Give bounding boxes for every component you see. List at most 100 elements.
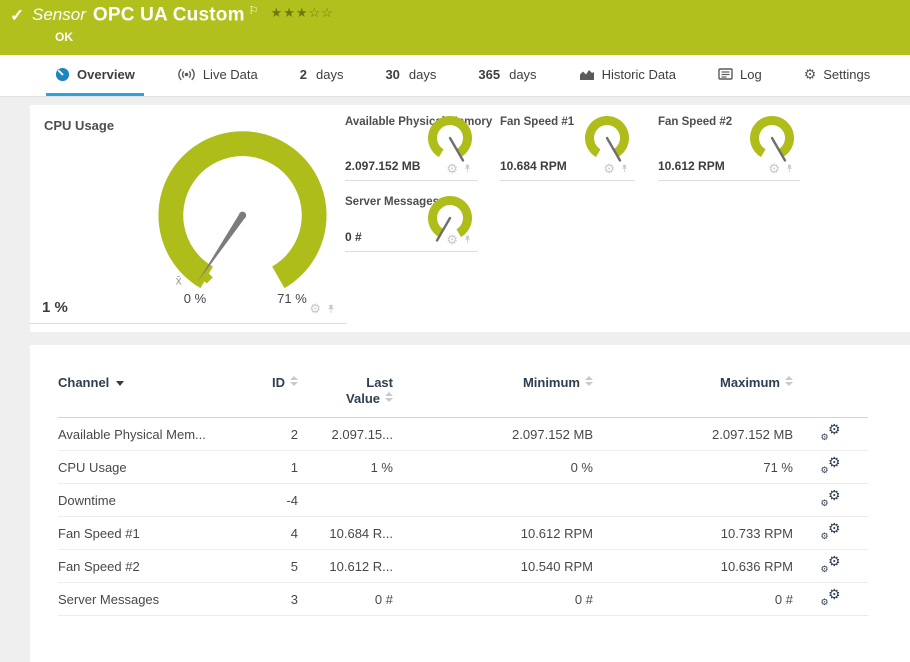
gauge-title: CPU Usage <box>44 118 115 133</box>
cell-minimum: 10.612 RPM <box>393 516 593 550</box>
pin-icon[interactable] <box>620 163 629 174</box>
gauge-value: 1 % <box>42 299 68 316</box>
sort-icon <box>585 376 593 386</box>
channel-settings-icon[interactable]: ⚙ ⚙ <box>821 455 841 475</box>
column-label: Last <box>366 375 393 390</box>
cell-maximum: 2.097.152 MB <box>593 417 793 451</box>
channel-settings-icon[interactable]: ⚙ ⚙ <box>821 488 841 508</box>
gauge-value: 2.097.152 MB <box>345 159 421 173</box>
tab-overview[interactable]: Overview <box>46 55 144 96</box>
object-kind-label: Sensor <box>32 5 86 25</box>
tab-label: Historic Data <box>601 66 676 82</box>
cell-channel: Available Physical Mem... <box>58 417 243 451</box>
gauges-panel: CPU Usage x̄ 0 % 71 % 1 % ⚙ Available Ph… <box>30 105 910 332</box>
channel-table-panel: Channel ID Last Value Minimum Maximum Av… <box>30 345 910 662</box>
tab-365-days[interactable]: 365 days <box>469 55 545 96</box>
tab-label: days <box>408 66 437 82</box>
mini-gauge <box>428 115 472 162</box>
cell-maximum: 0 # <box>593 582 793 616</box>
tab-historic-data[interactable]: Historic Data <box>570 55 685 96</box>
cell-minimum: 0 % <box>393 450 593 484</box>
column-label: Value <box>346 391 380 406</box>
tab-label: days <box>509 66 537 82</box>
table-row: Fan Speed #2 5 10.612 R... 10.540 RPM 10… <box>58 549 868 583</box>
cell-last-value: 10.612 R... <box>298 549 393 583</box>
cell-maximum <box>593 483 793 517</box>
tab-label: days <box>315 66 344 82</box>
cell-last-value: 1 % <box>298 450 393 484</box>
cell-maximum: 10.733 RPM <box>593 516 793 550</box>
cell-maximum: 10.636 RPM <box>593 549 793 583</box>
table-row: Fan Speed #1 4 10.684 R... 10.612 RPM 10… <box>58 516 868 550</box>
tab-2-days[interactable]: 2 days <box>291 55 353 96</box>
cell-channel: Fan Speed #1 <box>58 516 243 550</box>
tab-settings[interactable]: ⚙ Settings <box>795 55 880 96</box>
sort-icon <box>385 392 393 402</box>
cell-id: 5 <box>243 549 298 583</box>
cell-minimum: 2.097.152 MB <box>393 417 593 451</box>
status-badge: OK <box>55 30 73 44</box>
pin-icon[interactable] <box>326 303 336 315</box>
tab-number: 2 <box>299 66 307 82</box>
channel-settings-icon[interactable]: ⚙ ⚙ <box>821 521 841 541</box>
live-data-icon <box>178 68 195 80</box>
column-header-minimum[interactable]: Minimum <box>393 375 593 418</box>
log-icon <box>718 68 733 80</box>
cell-channel: CPU Usage <box>58 450 243 484</box>
mini-gauge <box>585 115 629 162</box>
sort-desc-icon <box>116 381 125 386</box>
column-header-last-value[interactable]: Last Value <box>298 375 393 418</box>
cell-id: 2 <box>243 417 298 451</box>
cell-minimum: 0 # <box>393 582 593 616</box>
column-header-maximum[interactable]: Maximum <box>593 375 793 418</box>
sort-icon <box>290 376 298 386</box>
cell-last-value: 0 # <box>298 582 393 616</box>
tab-live-data[interactable]: Live Data <box>168 55 267 96</box>
gauge-tile-fan-speed-2: Fan Speed #2 10.612 RPM ⚙ <box>658 105 800 181</box>
cell-id: 1 <box>243 450 298 484</box>
column-label: ID <box>272 375 285 390</box>
table-row: Available Physical Mem... 2 2.097.15... … <box>58 417 868 451</box>
channel-table: Channel ID Last Value Minimum Maximum Av… <box>58 375 868 616</box>
gauge-value: 10.684 RPM <box>500 159 567 173</box>
channel-settings-icon[interactable]: ⚙ ⚙ <box>821 422 841 442</box>
average-marker-label: x̄ <box>176 273 182 287</box>
gauge-settings-gear-icon[interactable]: ⚙ <box>309 302 321 315</box>
table-row: Downtime -4 ⚙ ⚙ <box>58 483 868 517</box>
gauge-tile-fan-speed-1: Fan Speed #1 10.684 RPM ⚙ <box>500 105 635 181</box>
flag-icon[interactable]: ⚐ <box>249 5 259 17</box>
channel-settings-icon[interactable]: ⚙ ⚙ <box>821 587 841 607</box>
cell-minimum <box>393 483 593 517</box>
cell-last-value: 10.684 R... <box>298 516 393 550</box>
gauge-settings-gear-icon[interactable]: ⚙ <box>446 233 458 246</box>
column-header-channel[interactable]: Channel <box>58 375 243 418</box>
sensor-header: ✓ Sensor OPC UA Custom ⚐ ★★★☆☆ OK <box>0 0 910 55</box>
chart-icon <box>579 69 594 80</box>
gauge-needle <box>197 213 246 283</box>
gauge-tile-server-messages: Server Messages 0 # ⚙ <box>345 185 478 252</box>
tab-label: Live Data <box>202 66 258 82</box>
status-ok-check-icon: ✓ <box>10 6 25 25</box>
gauge-title: Fan Speed #2 <box>658 116 733 128</box>
pin-icon[interactable] <box>785 163 794 174</box>
gauge-settings-gear-icon[interactable]: ⚙ <box>446 162 458 175</box>
page-title: OPC UA Custom <box>92 4 245 26</box>
gauge-value: 10.612 RPM <box>658 159 725 173</box>
tab-bar: Overview Live Data 2 days 30 days 365 da… <box>0 55 910 97</box>
tab-30-days[interactable]: 30 days <box>376 55 445 96</box>
tab-label: Log <box>739 66 762 82</box>
pin-icon[interactable] <box>463 163 472 174</box>
priority-stars[interactable]: ★★★☆☆ <box>271 5 334 20</box>
gauge-settings-gear-icon[interactable]: ⚙ <box>603 162 615 175</box>
tab-log[interactable]: Log <box>709 55 771 96</box>
tab-number: 30 <box>385 66 400 82</box>
cell-id: 4 <box>243 516 298 550</box>
column-header-id[interactable]: ID <box>243 375 298 418</box>
cell-id: -4 <box>243 483 298 517</box>
table-row: CPU Usage 1 1 % 0 % 71 % ⚙ ⚙ <box>58 450 868 484</box>
gear-icon: ⚙ <box>803 66 817 82</box>
pin-icon[interactable] <box>463 234 472 245</box>
cell-channel: Server Messages <box>58 582 243 616</box>
channel-settings-icon[interactable]: ⚙ ⚙ <box>821 554 841 574</box>
gauge-settings-gear-icon[interactable]: ⚙ <box>768 162 780 175</box>
